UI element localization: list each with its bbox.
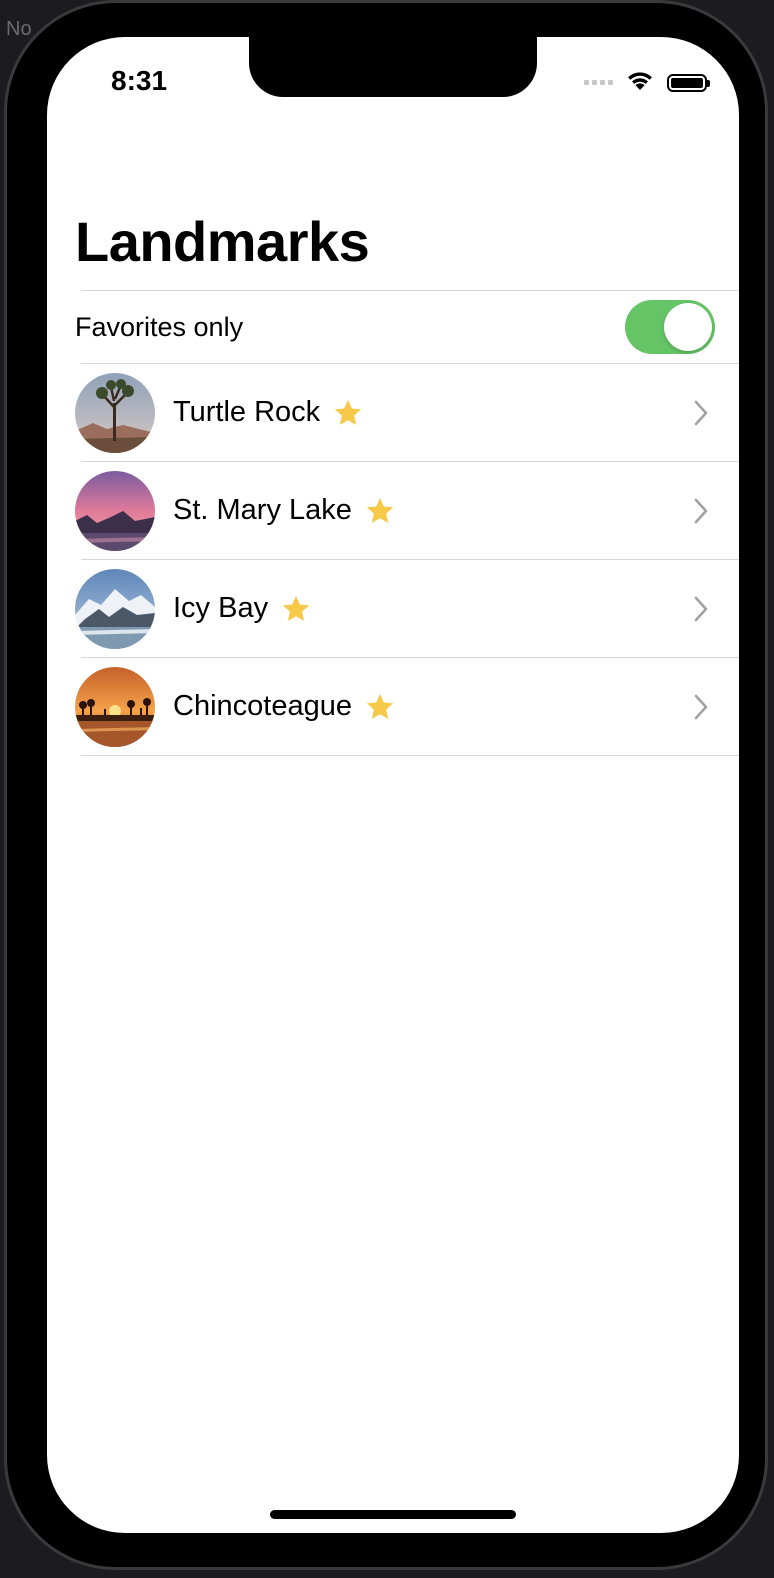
chevron-right-icon [693, 596, 709, 622]
backdrop-label: No [6, 18, 32, 40]
status-icons [584, 69, 710, 96]
page-title: Landmarks [75, 210, 370, 273]
favorites-toggle[interactable] [625, 300, 715, 354]
notch [249, 37, 537, 97]
device-frame: 8:31 Landmarks Favorites only Turtle Roc… [4, 0, 768, 1570]
status-time: 8:31 [111, 65, 168, 96]
star-icon [332, 397, 364, 429]
battery-icon [667, 73, 710, 92]
toggle-knob [664, 303, 712, 351]
favorites-toggle-label: Favorites only [75, 311, 244, 342]
chevron-right-icon [693, 498, 709, 524]
landmark-row-icy-bay[interactable]: Icy Bay [47, 560, 739, 657]
landmark-thumbnail [75, 372, 155, 453]
landmark-row-st-mary-lake[interactable]: St. Mary Lake [47, 462, 739, 559]
star-icon [364, 495, 396, 527]
chevron-right-icon [693, 400, 709, 426]
cellular-signal-icon [584, 80, 613, 85]
landmark-row-turtle-rock[interactable]: Turtle Rock [47, 364, 739, 461]
landmark-name: Chincoteague [173, 690, 352, 722]
landmark-row-chincoteague[interactable]: Chincoteague [47, 658, 739, 755]
landmark-name: St. Mary Lake [173, 494, 352, 526]
landmark-thumbnail [75, 666, 155, 747]
star-icon [364, 691, 396, 723]
landmark-name: Icy Bay [173, 592, 269, 624]
star-icon [280, 593, 312, 625]
landmark-thumbnail [75, 568, 155, 649]
phone-screen: 8:31 Landmarks Favorites only Turtle Roc… [47, 37, 739, 1533]
favorites-filter-row: Favorites only [47, 291, 739, 363]
wifi-icon [625, 69, 655, 96]
home-indicator[interactable] [270, 1510, 516, 1519]
chevron-right-icon [693, 694, 709, 720]
landmark-thumbnail [75, 470, 155, 551]
landmark-name: Turtle Rock [173, 396, 321, 428]
divider [81, 755, 739, 756]
landmark-list: Favorites only Turtle Rock St. Mary Lake… [47, 290, 739, 756]
